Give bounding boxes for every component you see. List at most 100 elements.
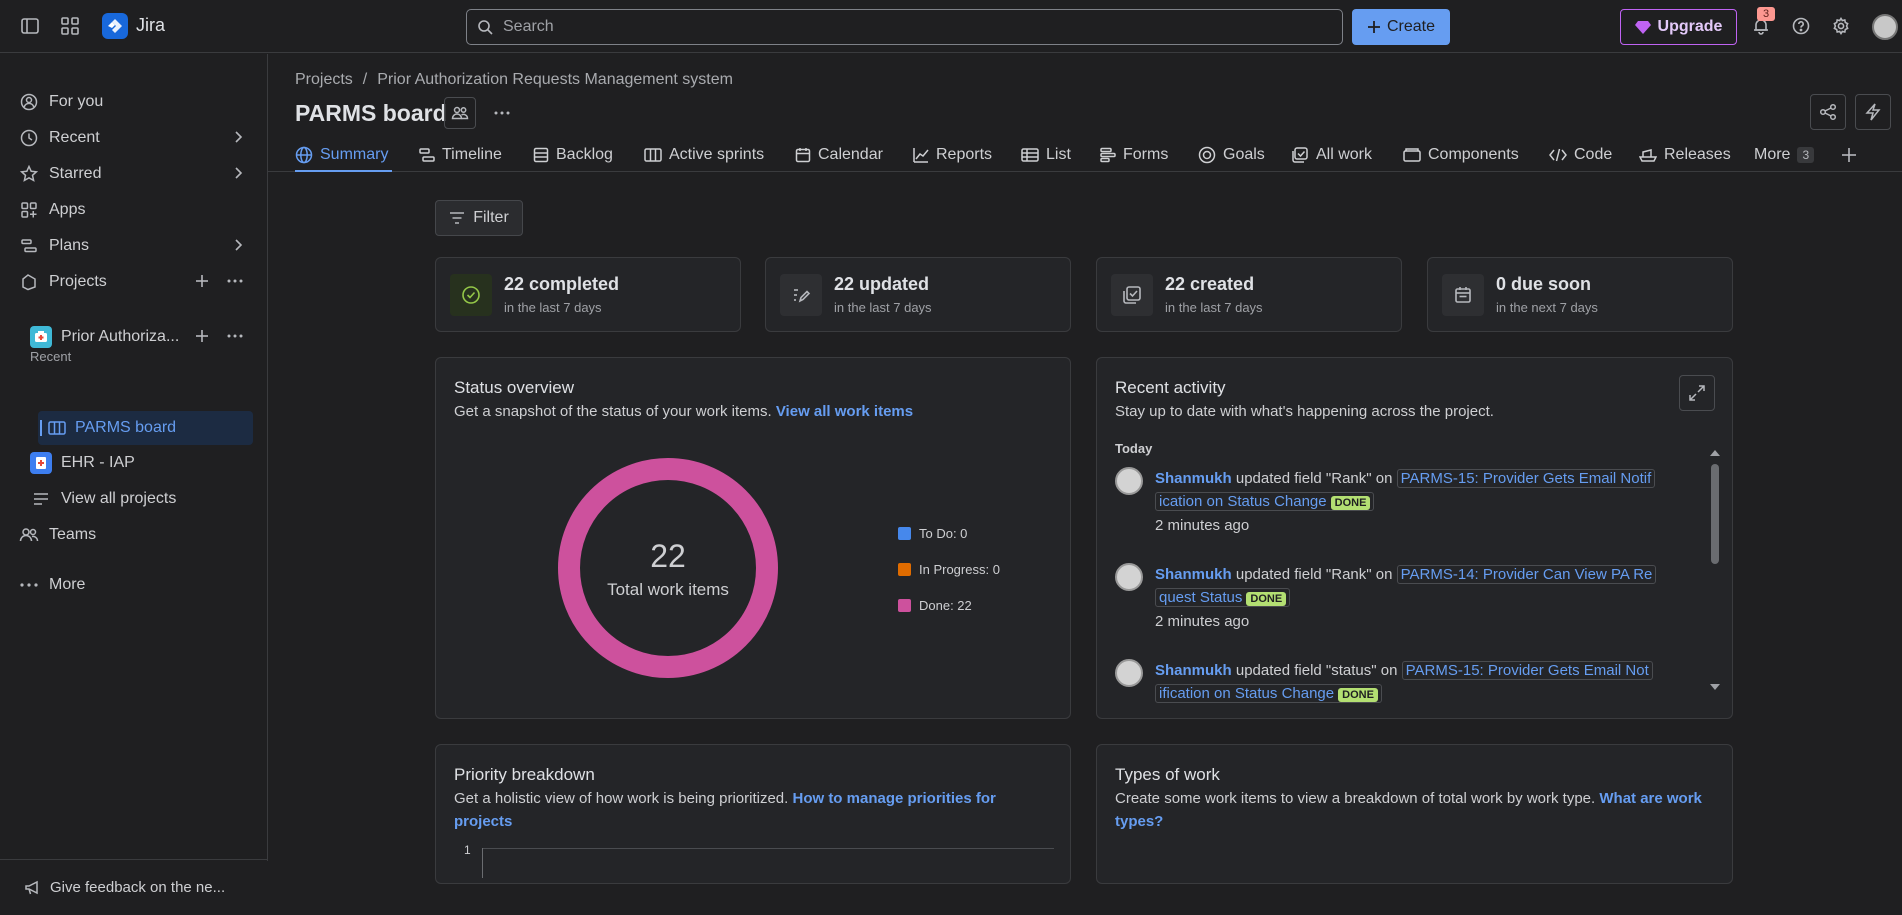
list-icon (30, 492, 52, 506)
user-avatar[interactable] (1115, 659, 1143, 687)
tab-active-sprints[interactable]: Active sprints (644, 138, 764, 172)
clock-icon (18, 127, 40, 149)
components-icon (1403, 148, 1421, 162)
legend-todo[interactable]: To Do: 0 (898, 526, 967, 541)
work-item-link[interactable]: PARMS-14: Provider Can View PA Re (1396, 565, 1657, 584)
jira-logo-icon[interactable] (102, 13, 128, 39)
sidebar-view-all-projects[interactable]: View all projects (12, 482, 257, 516)
page-title: PARMS board (295, 100, 447, 126)
tab-goals[interactable]: Goals (1198, 138, 1265, 172)
tab-components[interactable]: Components (1403, 138, 1519, 172)
create-button[interactable]: Create (1352, 9, 1450, 45)
upgrade-button[interactable]: Upgrade (1620, 9, 1737, 45)
sidebar-item-projects[interactable]: Projects (12, 265, 257, 299)
board-icon (644, 148, 662, 162)
stat-created[interactable]: 22 created in the last 7 days (1096, 257, 1402, 332)
breadcrumb-separator: / (362, 71, 368, 88)
stat-subtext: in the last 7 days (834, 300, 932, 315)
settings-gear-icon[interactable] (1829, 14, 1853, 38)
sidebar-item-teams[interactable]: Teams (12, 518, 257, 552)
brand-name[interactable]: Jira (136, 15, 165, 36)
work-item-link-continued[interactable]: quest Status DONE (1155, 588, 1291, 607)
add-plus-icon[interactable] (195, 329, 209, 343)
sidebar-item-apps[interactable]: Apps (12, 193, 257, 227)
activity-user-link[interactable]: Shanmukh (1155, 662, 1232, 679)
tab-calendar[interactable]: Calendar (795, 138, 883, 172)
share-icon (1819, 103, 1837, 121)
automation-button[interactable] (1855, 94, 1891, 130)
sidebar-item-more[interactable]: More (12, 568, 257, 602)
work-item-link-continued[interactable]: ication on Status Change DONE (1155, 492, 1375, 511)
team-access-icon[interactable] (444, 97, 476, 129)
sidebar-item-starred[interactable]: Starred (12, 157, 257, 191)
chevron-right-icon[interactable] (231, 130, 245, 144)
tab-forms[interactable]: Forms (1100, 138, 1168, 172)
user-avatar[interactable] (1115, 467, 1143, 495)
stat-due-soon[interactable]: 0 due soon in the next 7 days (1427, 257, 1733, 332)
work-item-link[interactable]: PARMS-15: Provider Gets Email Notif (1396, 469, 1656, 488)
sidebar-item-recent[interactable]: Recent (12, 121, 257, 155)
tab-list[interactable]: List (1021, 138, 1071, 172)
breadcrumb: Projects / Prior Authorization Requests Ma… (295, 71, 733, 89)
sidebar-toggle-icon[interactable] (18, 14, 42, 38)
sidebar-project-prior-authorization[interactable]: Prior Authoriza... (12, 320, 257, 354)
activity-scrollbar[interactable] (1709, 448, 1721, 690)
chart-gridline (482, 848, 1054, 849)
search-input[interactable]: Search (466, 9, 1343, 45)
tab-backlog[interactable]: Backlog (533, 138, 613, 172)
add-tab-button[interactable] (1841, 138, 1857, 172)
work-item-link[interactable]: PARMS-15: Provider Gets Email Not (1401, 661, 1653, 680)
more-options-icon[interactable] (227, 274, 243, 288)
sidebar-item-plans[interactable]: Plans (12, 229, 257, 263)
activity-user-link[interactable]: Shanmukh (1155, 566, 1232, 583)
card-title: Priority breakdown (454, 765, 595, 784)
tab-summary[interactable]: Summary (295, 138, 393, 172)
chevron-right-icon[interactable] (231, 166, 245, 180)
legend-swatch (898, 563, 911, 576)
sidebar-item-label: Starred (49, 165, 102, 182)
breadcrumb-projects[interactable]: Projects (295, 71, 353, 88)
help-icon[interactable] (1789, 14, 1813, 38)
share-button[interactable] (1810, 94, 1846, 130)
stat-updated[interactable]: 22 updated in the last 7 days (765, 257, 1071, 332)
user-avatar[interactable] (1872, 14, 1898, 40)
scrollbar-thumb[interactable] (1711, 464, 1719, 564)
app-switcher-icon[interactable] (58, 14, 82, 38)
user-avatar[interactable] (1115, 563, 1143, 591)
active-tab-underline (295, 170, 393, 172)
legend-in-progress[interactable]: In Progress: 0 (898, 562, 1000, 577)
stat-completed[interactable]: 22 completed in the last 7 days (435, 257, 741, 332)
scroll-down-icon[interactable] (1709, 682, 1721, 692)
feedback-label: Give feedback on the ne... (50, 879, 226, 896)
tab-reports[interactable]: Reports (913, 138, 992, 172)
tab-releases[interactable]: Releases (1639, 138, 1731, 172)
activity-action: updated field "Rank" on (1235, 470, 1393, 487)
expand-button[interactable] (1679, 375, 1715, 411)
breadcrumb-project[interactable]: Prior Authorization Requests Management … (377, 71, 733, 88)
activity-action: updated field "Rank" on (1235, 566, 1393, 583)
legend-label: In Progress: 0 (919, 562, 1000, 577)
star-icon (18, 163, 40, 185)
forms-icon (1100, 147, 1116, 163)
chevron-right-icon[interactable] (231, 238, 245, 252)
activity-user-link[interactable]: Shanmukh (1155, 470, 1232, 487)
legend-done[interactable]: Done: 22 (898, 598, 972, 613)
tab-code[interactable]: Code (1549, 138, 1612, 172)
tab-all-work[interactable]: All work (1291, 138, 1372, 172)
tab-timeline[interactable]: Timeline (419, 138, 502, 172)
scroll-up-icon[interactable] (1709, 448, 1721, 458)
give-feedback-button[interactable]: Give feedback on the ne... (0, 859, 268, 915)
tab-more[interactable]: More 3 (1754, 138, 1815, 172)
add-project-plus-icon[interactable] (195, 274, 209, 288)
project-avatar-icon (30, 326, 52, 348)
view-all-work-items-link[interactable]: View all work items (776, 403, 913, 420)
filter-button[interactable]: Filter (435, 200, 523, 236)
sidebar-item-label: Teams (49, 526, 97, 543)
search-placeholder: Search (503, 18, 554, 35)
more-actions-icon[interactable] (486, 97, 518, 129)
sidebar-project-ehr-iap[interactable]: EHR - IAP (12, 446, 257, 480)
work-item-link-continued[interactable]: ification on Status Change DONE (1155, 684, 1382, 703)
sidebar-item-parms-board[interactable]: PARMS board (38, 411, 253, 445)
sidebar-item-for-you[interactable]: For you (12, 85, 257, 119)
more-options-icon[interactable] (227, 329, 243, 343)
